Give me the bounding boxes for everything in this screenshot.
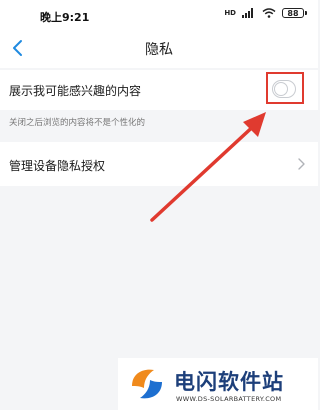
watermark-logo-icon	[132, 369, 162, 399]
annotation-arrow-icon	[150, 112, 266, 222]
watermark-url: WWW.DS-SOLARBATTERY.COM	[176, 395, 282, 403]
watermark: 电闪软件站 WWW.DS-SOLARBATTERY.COM	[118, 358, 318, 410]
watermark-name: 电闪软件站	[174, 370, 284, 394]
